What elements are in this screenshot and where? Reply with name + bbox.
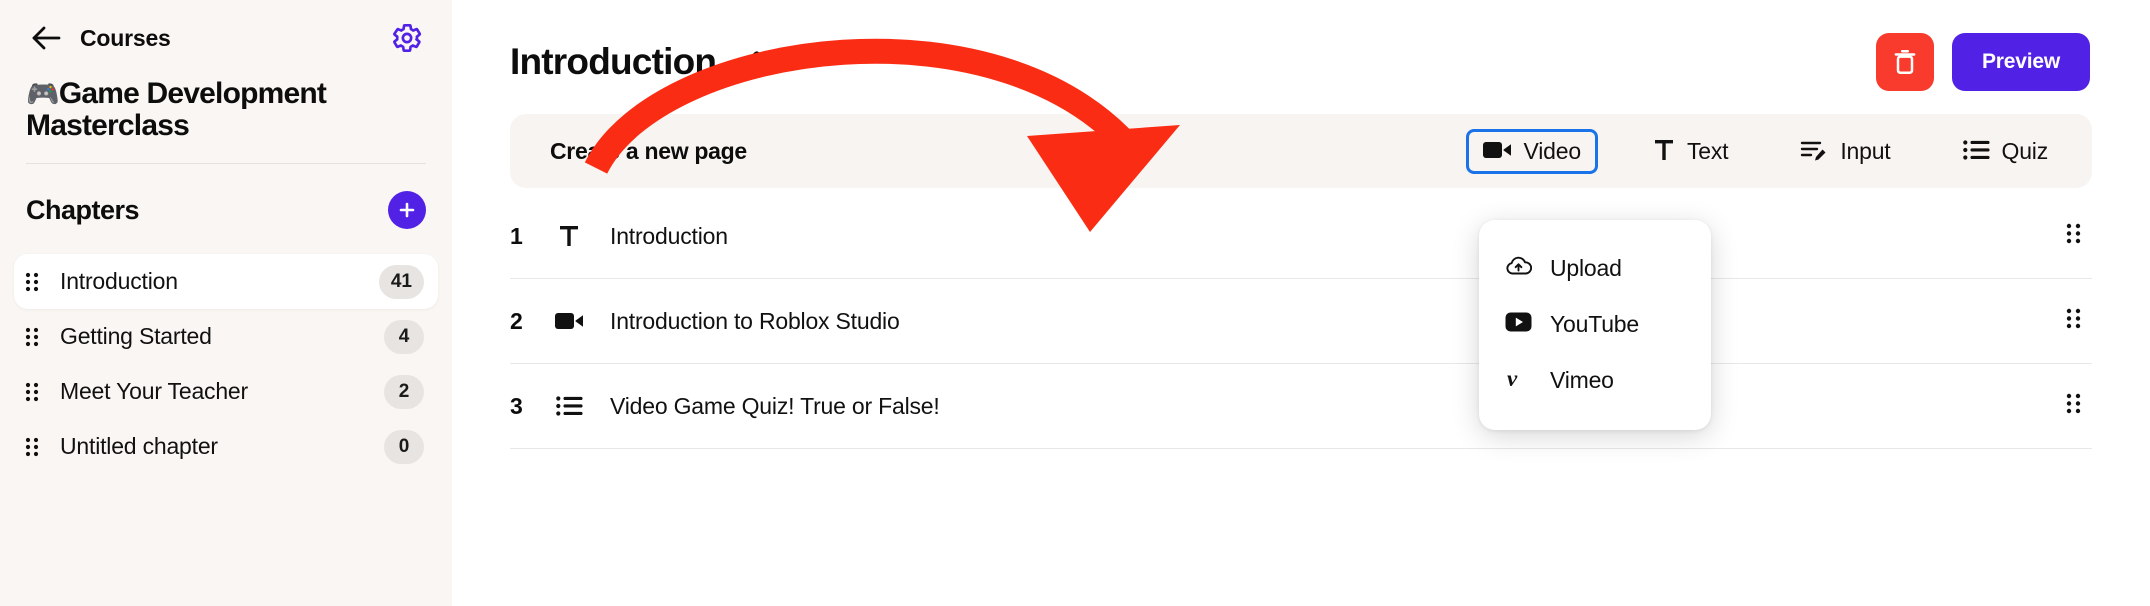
sidebar-item-label: Untitled chapter [60,433,218,459]
page-list-row[interactable]: 2 Introduction to Roblox Studio [510,279,2092,364]
video-camera-icon [552,311,586,331]
sidebar-item-untitled-chapter[interactable]: Untitled chapter 0 [14,419,438,474]
sidebar-item-getting-started[interactable]: Getting Started 4 [14,309,438,364]
trash-icon [1894,49,1916,75]
chapters-header: Chapters [26,188,426,232]
course-title: 🎮Game Development Masterclass [26,78,386,141]
vimeo-icon: v [1505,366,1532,395]
main-content: Introduction Preview Create a new page V… [452,0,2150,606]
create-page-label: Create a new page [550,137,747,164]
course-editor-app: Courses 🎮Game Development Masterclass Ch… [0,0,2150,606]
text-t-icon [1653,138,1675,165]
delete-button[interactable] [1876,33,1934,91]
drag-handle-icon[interactable] [24,326,44,348]
sidebar-item-label: Introduction [60,268,178,294]
sidebar-item-introduction[interactable]: Introduction 41 [14,254,438,309]
sidebar-item-label: Getting Started [60,323,212,349]
input-pencil-icon [1800,138,1828,165]
sidebar-item-label: Meet Your Teacher [60,378,248,404]
youtube-icon [1505,312,1532,337]
arrow-left-icon[interactable] [26,18,66,58]
page-title-text: Video Game Quiz! True or False! [610,392,940,419]
dropdown-item-label: Upload [1550,254,1622,281]
chapters-heading: Chapters [26,194,140,225]
dropdown-item-youtube[interactable]: YouTube [1479,296,1711,352]
chapter-list: Introduction 41 Getting Started 4 Meet Y… [14,254,438,474]
gamepad-emoji-icon: 🎮 [26,79,60,109]
dropdown-item-label: YouTube [1550,310,1639,337]
sidebar-item-meet-your-teacher[interactable]: Meet Your Teacher 2 [14,364,438,419]
preview-button[interactable]: Preview [1952,33,2090,91]
bullet-list-icon [1962,139,1990,164]
page-list: 1 Introduction 2 Introduction to Roblox … [510,194,2092,449]
dropdown-item-upload[interactable]: Upload [1479,240,1711,296]
create-video-label: Video [1523,137,1582,164]
add-chapter-button[interactable] [388,191,426,229]
page-list-row[interactable]: 1 Introduction [510,194,2092,279]
dropdown-item-vimeo[interactable]: v Vimeo [1479,352,1711,408]
bullet-list-icon [552,395,586,417]
page-index: 1 [510,222,523,249]
page-index: 2 [510,307,523,334]
page-title-text: Introduction [610,222,728,249]
sidebar: Courses 🎮Game Development Masterclass Ch… [0,0,452,606]
create-video-button[interactable]: Video [1465,128,1598,174]
create-input-label: Input [1840,137,1891,164]
drag-handle-icon[interactable] [2065,392,2092,420]
video-source-dropdown: Upload YouTube v Vimeo [1479,220,1711,430]
chapter-page-count: 2 [384,374,424,409]
drag-handle-icon[interactable] [24,436,44,458]
create-quiz-button[interactable]: Quiz [1949,132,2063,171]
create-quiz-label: Quiz [2001,137,2049,164]
page-header: Introduction Preview [510,0,2092,108]
text-t-icon [552,224,586,248]
page-title-text: Introduction to Roblox Studio [610,307,900,334]
dropdown-item-label: Vimeo [1550,366,1614,393]
drag-handle-icon[interactable] [2065,307,2092,335]
chapter-page-count: 0 [384,429,424,464]
back-to-courses-label[interactable]: Courses [80,25,171,52]
pencil-icon[interactable] [734,47,764,77]
create-input-button[interactable]: Input [1786,132,1904,171]
sidebar-header: Courses [26,0,426,66]
create-text-label: Text [1686,137,1729,164]
course-title-text: Game Development Masterclass [26,77,327,142]
svg-text:v: v [1507,366,1518,390]
page-type-buttons: Video Text Input Quiz [1425,128,2063,174]
drag-handle-icon[interactable] [2065,222,2092,250]
page-title: Introduction [510,41,717,82]
header-actions: Preview [1876,33,2092,91]
plus-icon [399,202,415,218]
chapter-page-count: 4 [384,319,424,354]
create-text-button[interactable]: Text [1639,132,1742,171]
gear-icon[interactable] [388,19,426,57]
drag-handle-icon[interactable] [24,271,44,293]
sidebar-divider [26,163,426,164]
drag-handle-icon[interactable] [24,381,44,403]
video-camera-icon [1482,140,1512,163]
chapter-page-count: 41 [378,264,424,299]
page-list-row[interactable]: 3 Video Game Quiz! True or False! [510,364,2092,449]
create-page-toolbar: Create a new page Video Text Input Quiz [510,114,2092,188]
page-index: 3 [510,392,523,419]
cloud-upload-icon [1505,255,1533,282]
